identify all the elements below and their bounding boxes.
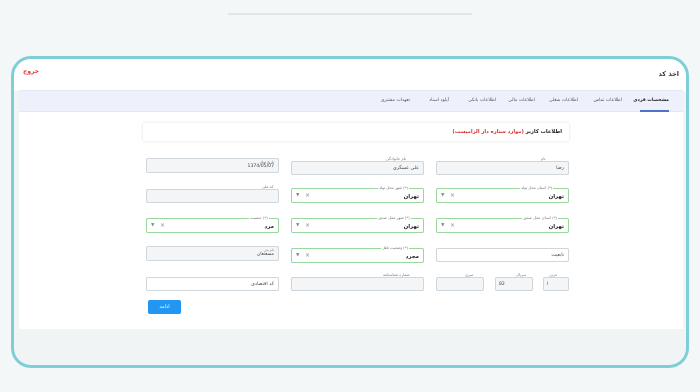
caret-down-icon[interactable]: ▼ <box>296 253 299 258</box>
logout-link[interactable]: خروج <box>23 68 39 75</box>
caret-down-icon[interactable]: ▼ <box>151 223 154 228</box>
tab-bank-info[interactable]: اطلاعات بانکی <box>468 98 496 103</box>
issue-province-label: استان محل صدور (*) <box>522 215 559 220</box>
id-number-field[interactable] <box>291 277 424 291</box>
tab-customer-commitments[interactable]: تعهدات مشتری <box>381 98 410 103</box>
economic-code-field[interactable]: کد اقتصادی <box>146 277 279 291</box>
required-note: (موارد ستاره دار الزامیست) <box>452 129 524 135</box>
birth-province-select[interactable]: تهران × ▼ <box>436 188 569 203</box>
father-name-field[interactable]: نام پدر مسعتعان <box>146 246 279 261</box>
top-divider <box>228 13 472 15</box>
father-name-label: نام پدر <box>264 248 274 252</box>
form-title: اطلاعات کاربر (موارد ستاره دار الزامیست) <box>452 129 562 135</box>
birth-date-field[interactable]: تاریخ تولد 1374/05/07 <box>146 158 279 173</box>
clear-icon[interactable]: × <box>160 222 165 229</box>
form-card-header: اطلاعات کاربر (موارد ستاره دار الزامیست) <box>143 123 569 141</box>
birth-province-value: تهران <box>548 194 564 200</box>
issue-city-select[interactable]: تهران × ▼ <box>291 218 424 233</box>
birth-city-value: تهران <box>403 194 419 200</box>
last-name-field[interactable]: علی عسگری <box>291 161 424 175</box>
form-title-text: اطلاعات کاربر <box>525 129 562 135</box>
national-code-field[interactable] <box>146 189 279 203</box>
nationality-select[interactable]: تابعیت <box>436 248 569 262</box>
serial-field[interactable]: 82 <box>495 277 533 291</box>
issue-city-value: تهران <box>403 224 419 230</box>
birth-city-select[interactable]: تهران × ▼ <box>291 188 424 203</box>
tab-job-info[interactable]: اطلاعات شغلی <box>549 98 578 103</box>
issue-province-value: تهران <box>548 224 564 230</box>
father-name-value: مسعتعان <box>256 252 274 257</box>
form-panel: اطلاعات کاربر (موارد ستاره دار الزامیست)… <box>19 112 683 329</box>
clear-icon[interactable]: × <box>305 192 310 199</box>
clear-icon[interactable]: × <box>305 252 310 259</box>
app-window: اخذ کد خروج مشخصات فردی اطلاعات تماس اطل… <box>11 56 689 368</box>
gender-select[interactable]: مرد × ▼ <box>146 218 279 233</box>
letter-field[interactable]: ا <box>543 277 569 291</box>
caret-down-icon[interactable]: ▼ <box>296 193 299 198</box>
issue-city-label: شهر محل صدور (*) <box>377 215 411 220</box>
caret-down-icon[interactable]: ▼ <box>296 223 299 228</box>
clear-icon[interactable]: × <box>305 222 310 229</box>
marital-status-value: مجرد <box>405 254 419 260</box>
tab-personal-info[interactable]: مشخصات فردی <box>633 98 669 103</box>
caret-down-icon[interactable]: ▼ <box>441 223 444 228</box>
continue-button[interactable]: ادامه <box>148 300 181 314</box>
header-bar: اخذ کد خروج <box>14 59 686 91</box>
brand-title: اخذ کد <box>658 70 679 78</box>
tab-bar: مشخصات فردی اطلاعات تماس اطلاعات شغلی اط… <box>19 90 683 112</box>
issue-province-select[interactable]: تهران × ▼ <box>436 218 569 233</box>
clear-icon[interactable]: × <box>450 192 455 199</box>
gender-value: مرد <box>264 224 274 230</box>
marital-status-select[interactable]: مجرد × ▼ <box>291 248 424 263</box>
caret-down-icon[interactable]: ▼ <box>441 193 444 198</box>
marital-status-label: وضعیت تاهل (*) <box>381 245 410 250</box>
birth-date-value: 1374/05/07 <box>247 164 274 169</box>
tab-financial-info[interactable]: اطلاعات مالی <box>508 98 535 103</box>
tab-upload-documents[interactable]: آپلود اسناد <box>429 98 449 103</box>
gender-label: جنسیت (*) <box>249 215 269 220</box>
clear-icon[interactable]: × <box>450 222 455 229</box>
birth-province-label: استان محل تولد (*) <box>520 185 554 190</box>
birth-city-label: شهر محل تولد (*) <box>378 185 410 190</box>
first-name-field[interactable]: رضا <box>436 161 569 175</box>
tab-contact-info[interactable]: اطلاعات تماس <box>593 98 622 103</box>
series-field[interactable] <box>436 277 484 291</box>
